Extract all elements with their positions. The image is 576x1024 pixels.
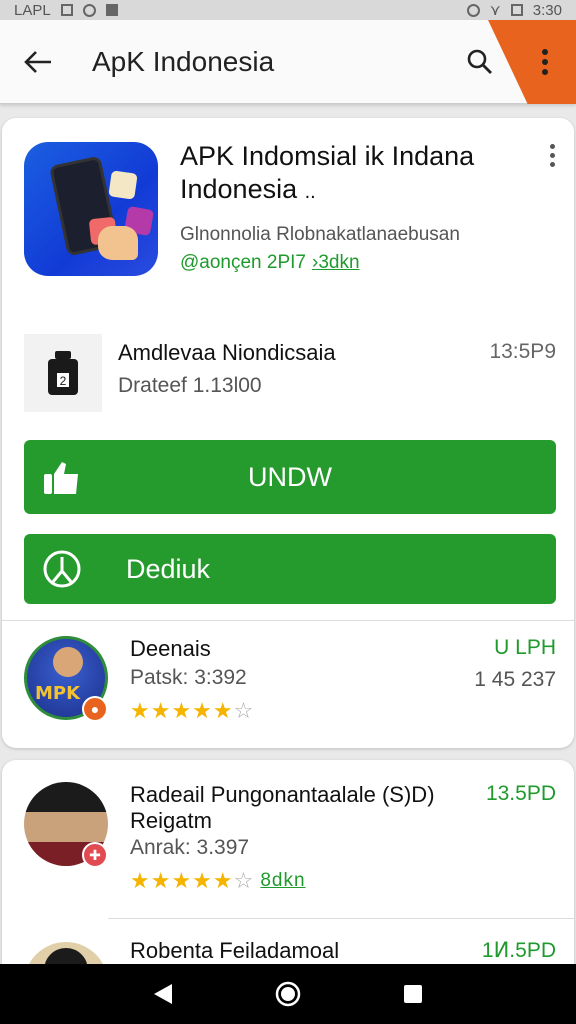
- detail-label: Dediuk: [126, 554, 211, 584]
- developer-name: Glnonnolia Rlobnakatlanaebusan: [180, 224, 460, 245]
- info-version: Drateef 1.13l00: [118, 374, 262, 397]
- sync-notification-icon: [82, 3, 96, 17]
- app-bar-title: ApK Indonesia: [92, 45, 275, 77]
- avatar-face: [53, 647, 83, 677]
- app-meta-row: @aonçen 2PI7 ›3dkn: [180, 252, 360, 274]
- review-tag: U LPH: [494, 636, 556, 659]
- star-icons: ★★★★★☆: [130, 698, 255, 723]
- back-button[interactable]: [20, 44, 56, 80]
- battery-icon: [510, 4, 523, 16]
- avatar-logo-text: MPK: [35, 683, 81, 704]
- detail-button[interactable]: Dediuk: [24, 534, 556, 604]
- badge-icon: ✚: [82, 842, 108, 868]
- clock: 3:30: [532, 1, 562, 19]
- review-item[interactable]: MPK ● Deenais Patsk: 3:392 ★★★★★☆ U LPH …: [24, 636, 556, 746]
- divider: [108, 918, 574, 919]
- review-tag: 13.5PD: [485, 782, 556, 805]
- more-vert-icon: [549, 144, 555, 149]
- star-rating: ★★★★★☆ 8dkn: [130, 868, 306, 894]
- alarm-icon: [466, 3, 480, 17]
- overflow-menu-button[interactable]: [530, 42, 560, 82]
- review-meta: Anrak: 3.397: [130, 836, 250, 859]
- arrow-left-icon: [24, 50, 51, 73]
- card-menu-button[interactable]: [540, 144, 564, 174]
- review-item[interactable]: ✚ Radeail Pungonantaalale (S)D) Reigatm …: [24, 782, 556, 912]
- review-count: 1 45 237: [474, 668, 556, 691]
- search-icon: [467, 49, 492, 74]
- triangle-back-icon: [153, 984, 172, 1004]
- app-meta-link[interactable]: ›3dkn: [312, 252, 360, 274]
- nav-recents-button[interactable]: [393, 974, 433, 1014]
- app-name-ellipsis: ..: [304, 181, 316, 203]
- carrier-label: LAPL: [14, 1, 51, 19]
- nav-home-button[interactable]: [268, 974, 308, 1014]
- hand-graphic: [98, 226, 138, 260]
- app-meta-text: @aonçen 2PI7: [180, 252, 306, 273]
- signal-icon: ⋎: [489, 2, 501, 19]
- thumbs-up-icon: [44, 462, 78, 494]
- status-bar: LAPL ⋎ 3:30: [0, 0, 576, 20]
- app-detail-card: APK Indomsial ik Indana Indonesia .. Gln…: [2, 118, 574, 748]
- star-icons: ★★★★★☆: [130, 868, 255, 893]
- circle-home-icon: [275, 981, 301, 1007]
- reviewer-name: Radeail Pungonantaalale (S)D) Reigatm: [130, 782, 435, 833]
- avatar-hair: [24, 782, 108, 812]
- nav-back-button[interactable]: [143, 974, 183, 1014]
- info-icon-box: 2: [24, 334, 102, 412]
- download-button[interactable]: UNDW: [24, 440, 556, 514]
- file-info-row[interactable]: 2 Amdlevaa Niondicsaia Drateef 1.13l00 1…: [24, 334, 556, 414]
- svg-text:2: 2: [60, 374, 67, 388]
- search-button[interactable]: [462, 44, 498, 80]
- reviewer-name: Robenta Feiladamoal: [130, 938, 340, 963]
- clock-icon: [43, 550, 81, 588]
- app-bar: ApK Indonesia: [0, 20, 576, 104]
- star-rating: ★★★★★☆: [130, 698, 254, 724]
- more-vert-icon: [542, 49, 548, 55]
- divider: [2, 620, 574, 621]
- file-icon: 2: [48, 351, 78, 395]
- app-notification-icon: [105, 4, 118, 16]
- review-meta: Patsk: 3:392: [130, 666, 247, 689]
- app-icon[interactable]: [24, 142, 158, 276]
- download-label: UNDW: [248, 461, 332, 492]
- square-recents-icon: [404, 985, 423, 1003]
- info-title: Amdlevaa Niondicsaia: [118, 340, 336, 365]
- info-time: 13:5P9: [489, 340, 556, 363]
- app-name-text: APK Indomsial ik Indana Indonesia: [180, 141, 475, 204]
- review-link[interactable]: 8dkn: [260, 870, 305, 892]
- status-left-icons: LAPL: [14, 2, 118, 19]
- reviewer-name: Deenais: [130, 636, 211, 661]
- verified-badge-icon: ●: [82, 696, 108, 722]
- navigation-bar: [0, 964, 576, 1024]
- app-name: APK Indomsial ik Indana Indonesia ..: [180, 140, 520, 209]
- image-notification-icon: [60, 4, 73, 16]
- app-tile-graphic: [108, 170, 138, 200]
- status-right-icons: ⋎ 3:30: [466, 1, 562, 19]
- review-tag: 1Ͷ.5PD: [481, 939, 556, 962]
